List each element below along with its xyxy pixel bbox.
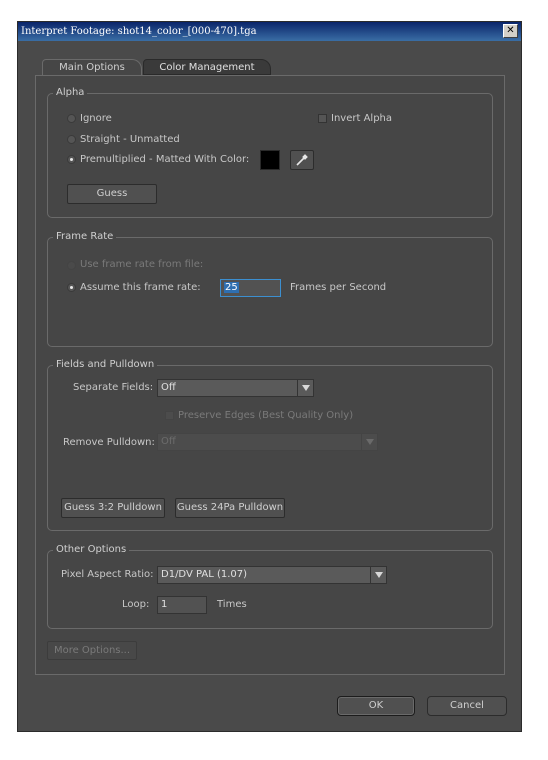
preserve-edges-label: Preserve Edges (Best Quality Only) — [178, 410, 354, 421]
cancel-button[interactable]: Cancel — [427, 696, 507, 716]
assume-rate-label: Assume this frame rate: — [80, 282, 201, 293]
more-options-label: More Options... — [53, 645, 131, 656]
use-file-rate-label: Use frame rate from file: — [80, 259, 204, 270]
more-options-button[interactable]: More Options... — [47, 641, 137, 660]
tab-main-options[interactable]: Main Options — [42, 59, 142, 75]
ignore-radio[interactable] — [67, 114, 76, 123]
tab-label: Color Management — [159, 62, 255, 73]
close-button[interactable]: ✕ — [503, 24, 518, 38]
remove-pulldown-dropdown[interactable]: Off — [157, 433, 378, 451]
loop-input[interactable]: 1 — [157, 596, 207, 614]
loop-value: 1 — [161, 599, 168, 610]
other-options-group — [47, 550, 493, 629]
chevron-down-icon — [361, 434, 377, 450]
assume-rate-radio[interactable] — [67, 283, 76, 292]
guess-32-pulldown-button[interactable]: Guess 3:2 Pulldown — [61, 498, 165, 518]
ignore-label: Ignore — [80, 113, 112, 124]
chevron-down-icon — [370, 567, 386, 583]
frames-per-second-label: Frames per Second — [290, 282, 387, 293]
frame-rate-group-title: Frame Rate — [53, 231, 117, 243]
frame-rate-input[interactable]: 25 — [220, 279, 281, 297]
preserve-edges-checkbox[interactable] — [165, 411, 174, 420]
straight-radio[interactable] — [67, 135, 76, 144]
premultiplied-radio[interactable] — [67, 155, 76, 164]
use-file-rate-radio[interactable] — [67, 261, 76, 270]
cancel-label: Cancel — [450, 700, 484, 711]
guess-alpha-button[interactable]: Guess — [67, 184, 157, 204]
remove-pulldown-label: Remove Pulldown: — [63, 437, 155, 448]
pixel-aspect-ratio-value: D1/DV PAL (1.07) — [161, 569, 248, 580]
close-icon: ✕ — [506, 25, 515, 36]
tab-color-management[interactable]: Color Management — [143, 59, 271, 75]
title-bar[interactable]: Interpret Footage: shot14_color_[000-470… — [18, 22, 521, 41]
window-title: Interpret Footage: shot14_color_[000-470… — [21, 26, 257, 37]
invert-alpha-checkbox[interactable] — [318, 114, 327, 123]
eyedropper-icon — [296, 154, 308, 166]
guess-24pa-pulldown-button[interactable]: Guess 24Pa Pulldown — [175, 498, 285, 518]
guess-32-pulldown-label: Guess 3:2 Pulldown — [64, 502, 162, 513]
premultiplied-label: Premultiplied - Matted With Color: — [80, 154, 250, 165]
fields-pulldown-group-title: Fields and Pulldown — [53, 359, 158, 371]
chevron-down-icon — [297, 380, 313, 396]
ok-label: OK — [368, 700, 384, 711]
loop-label: Loop: — [122, 599, 150, 610]
guess-alpha-label: Guess — [96, 188, 128, 199]
separate-fields-dropdown[interactable]: Off — [157, 379, 314, 397]
times-label: Times — [217, 599, 247, 610]
frame-rate-value: 25 — [224, 282, 239, 293]
matte-color-swatch[interactable] — [260, 150, 280, 170]
pixel-aspect-ratio-dropdown[interactable]: D1/DV PAL (1.07) — [157, 566, 387, 584]
tab-label: Main Options — [59, 62, 125, 73]
pixel-aspect-ratio-label: Pixel Aspect Ratio: — [61, 569, 154, 580]
straight-label: Straight - Unmatted — [80, 134, 180, 145]
separate-fields-label: Separate Fields: — [73, 382, 154, 393]
guess-24pa-pulldown-label: Guess 24Pa Pulldown — [176, 502, 284, 513]
remove-pulldown-value: Off — [161, 436, 176, 447]
eyedropper-button[interactable] — [290, 150, 314, 170]
other-options-group-title: Other Options — [53, 544, 130, 556]
alpha-group-title: Alpha — [53, 87, 88, 99]
invert-alpha-label: Invert Alpha — [331, 113, 393, 124]
ok-button[interactable]: OK — [337, 696, 415, 716]
separate-fields-value: Off — [161, 382, 176, 393]
